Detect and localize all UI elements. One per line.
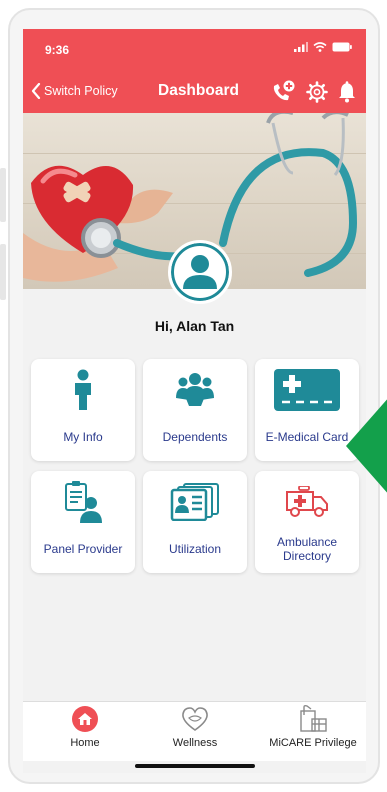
tab-home[interactable]: Home xyxy=(45,702,125,758)
ambulance-icon xyxy=(286,486,328,517)
tab-wellness[interactable]: Wellness xyxy=(155,702,235,758)
group-icon xyxy=(176,373,214,406)
menu-label: E-Medical Card xyxy=(265,430,349,444)
switch-policy-button[interactable]: Switch Policy xyxy=(31,83,118,99)
top-nav-bar: Switch Policy Dashboard xyxy=(23,71,366,113)
gear-icon[interactable] xyxy=(306,81,328,103)
gift-icon xyxy=(300,704,327,732)
status-time: 9:36 xyxy=(45,43,70,57)
switch-policy-label: Switch Policy xyxy=(44,84,118,98)
ambulance-directory-button[interactable]: Ambulance Directory xyxy=(255,471,359,573)
tab-micare-privilege[interactable]: MiCARE Privilege xyxy=(261,702,365,758)
page-title: Dashboard xyxy=(158,82,239,99)
menu-label: My Info xyxy=(63,430,103,444)
chevron-left-icon xyxy=(31,83,41,99)
home-icon xyxy=(72,706,98,732)
card-icon-wrap xyxy=(31,367,135,413)
status-icons xyxy=(294,42,352,52)
medical-card-icon xyxy=(274,369,340,411)
emergency-call-icon[interactable] xyxy=(270,80,296,104)
person-icon xyxy=(75,369,91,410)
card-icon-wrap xyxy=(255,479,359,525)
avatar[interactable] xyxy=(168,240,232,304)
menu-label: Dependents xyxy=(162,430,228,444)
card-icon-wrap xyxy=(31,479,135,525)
card-icon-wrap xyxy=(143,367,247,413)
tab-label: MiCARE Privilege xyxy=(269,737,357,749)
menu-label: Utilization xyxy=(168,542,222,556)
menu-label: Ambulance Directory xyxy=(276,535,338,563)
device-side-button xyxy=(0,244,6,300)
app-screen: 9:36 Switch Policy Dashboard Hi, Alan Ta… xyxy=(23,29,366,773)
panel-provider-icon xyxy=(65,481,102,523)
wellness-icon xyxy=(182,707,208,731)
user-avatar-icon xyxy=(172,244,228,300)
bell-icon[interactable] xyxy=(338,81,356,103)
tab-label: Home xyxy=(70,737,100,749)
utilization-icon xyxy=(170,483,219,521)
status-bar: 9:36 xyxy=(23,29,366,71)
my-info-button[interactable]: My Info xyxy=(31,359,135,461)
menu-label: Panel Provider xyxy=(43,542,123,556)
e-medical-card-button[interactable]: E-Medical Card xyxy=(255,359,359,461)
bottom-tab-bar: Home Wellness MiCARE Privilege xyxy=(23,701,366,761)
tab-label: Wellness xyxy=(172,737,218,749)
wifi-icon xyxy=(313,42,327,52)
annotation-arrow xyxy=(346,396,387,496)
dependents-button[interactable]: Dependents xyxy=(143,359,247,461)
utilization-button[interactable]: Utilization xyxy=(143,471,247,573)
card-icon-wrap xyxy=(255,367,359,413)
device-side-button xyxy=(0,168,6,222)
home-indicator[interactable] xyxy=(135,764,255,768)
user-greeting: Hi, Alan Tan xyxy=(154,318,235,334)
panel-provider-button[interactable]: Panel Provider xyxy=(31,471,135,573)
card-icon-wrap xyxy=(143,479,247,525)
signal-icon xyxy=(294,42,308,52)
nav-actions xyxy=(270,80,356,104)
battery-icon xyxy=(332,42,352,52)
